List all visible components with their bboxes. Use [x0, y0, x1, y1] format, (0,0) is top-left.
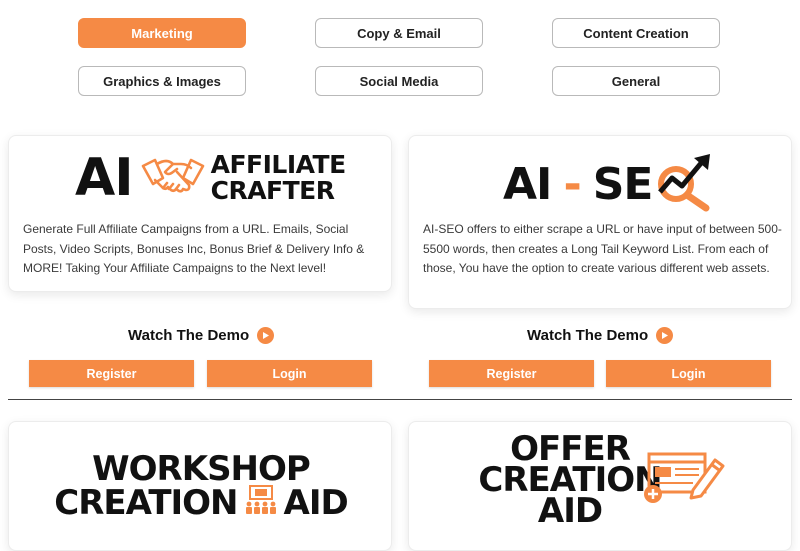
logo-se-text: SE [592, 158, 654, 210]
magnifier-trend-icon [650, 152, 728, 217]
workshop-logo: WORKSHOP CREATION AID [9, 452, 393, 520]
ai-seo-description: AI-SEO offers to either scrape a URL or … [423, 222, 782, 275]
play-icon [257, 327, 275, 344]
filter-social-media[interactable]: Social Media [315, 66, 483, 96]
browser-edit-icon [643, 450, 727, 515]
section-divider [8, 399, 792, 400]
ai-seo-logo: AI - SE [503, 152, 728, 217]
ai-seo-card: AI - SE AI-SEO offers to either scrape a… [408, 135, 792, 309]
logo-creation-text: CREATION [54, 482, 238, 523]
category-filters: Marketing Copy & Email Content Creation … [0, 0, 800, 110]
logo-ai-text: AI [75, 148, 134, 208]
logo-aid-text: AID [537, 491, 603, 531]
register-button-seo[interactable]: Register [429, 360, 594, 387]
logo-aid-text: AID [283, 482, 349, 523]
logo-dash: - [563, 158, 581, 210]
offer-logo: OFFER CREATION AID [475, 432, 665, 531]
logo-crafter-text: CRAFTER [210, 176, 335, 205]
filter-general[interactable]: General [552, 66, 720, 96]
play-icon [656, 327, 674, 344]
watch-demo-link-seo[interactable]: Watch The Demo [527, 327, 674, 344]
filter-content-creation[interactable]: Content Creation [552, 18, 720, 48]
affiliate-crafter-card: AI AFFILIATE CRAFTER Generate Full Affil… [8, 135, 392, 292]
logo-affiliate-text: AFFILIATE [210, 150, 347, 179]
offer-creation-aid-card: OFFER CREATION AID [408, 421, 792, 551]
filter-marketing[interactable]: Marketing [78, 18, 246, 48]
affiliate-crafter-description: Generate Full Affiliate Campaigns from a… [23, 222, 365, 275]
logo-ai-text: AI [503, 158, 552, 210]
watch-demo-label: Watch The Demo [128, 327, 250, 344]
workshop-creation-aid-card: WORKSHOP CREATION AID [8, 421, 392, 551]
watch-demo-link-affiliate[interactable]: Watch The Demo [128, 327, 275, 344]
filter-copy-email[interactable]: Copy & Email [315, 18, 483, 48]
register-button-affiliate[interactable]: Register [29, 360, 194, 387]
handshake-icon [141, 152, 205, 205]
filter-graphics-images[interactable]: Graphics & Images [78, 66, 246, 96]
login-button-seo[interactable]: Login [606, 360, 771, 387]
logo-workshop-text: WORKSHOP [92, 449, 311, 489]
watch-demo-label: Watch The Demo [527, 327, 649, 344]
affiliate-crafter-logo: AI AFFILIATE CRAFTER [75, 150, 346, 206]
login-button-affiliate[interactable]: Login [207, 360, 372, 387]
presentation-audience-icon [244, 485, 278, 520]
